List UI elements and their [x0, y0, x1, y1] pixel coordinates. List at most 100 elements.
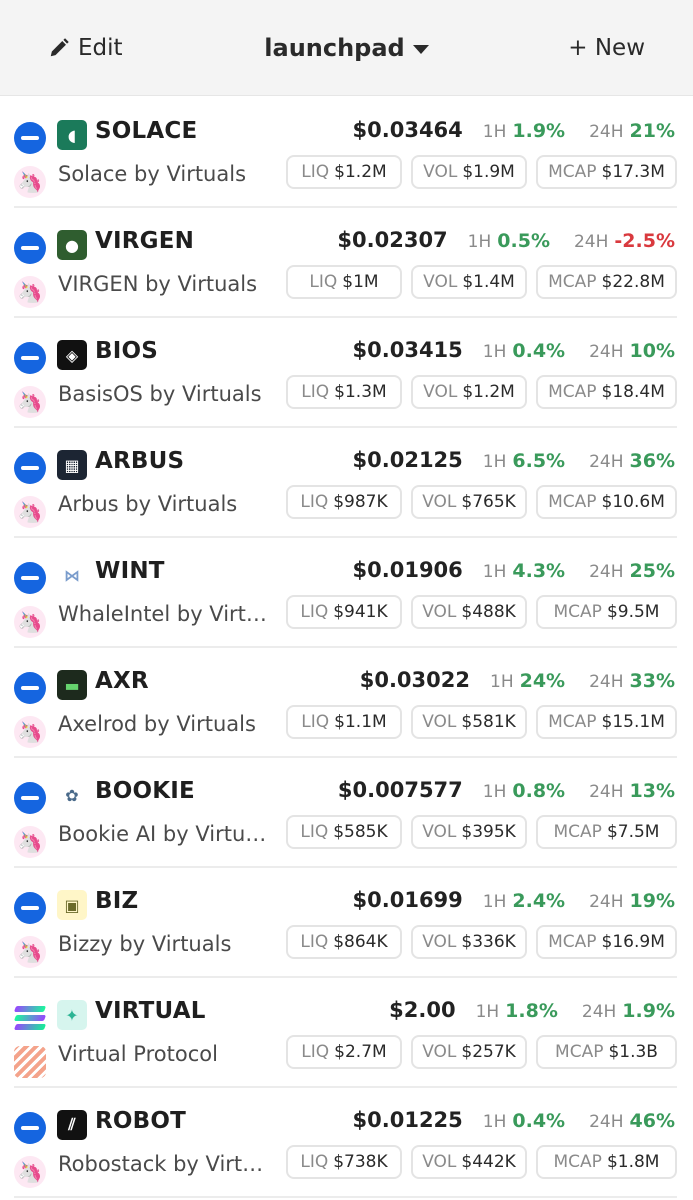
- new-button[interactable]: + New: [568, 30, 645, 66]
- volume-pill: VOL $488K: [411, 595, 527, 629]
- h1-change: 6.5%: [512, 450, 566, 472]
- h1-label: 1H: [482, 122, 507, 142]
- token-symbol: SOLACE: [95, 118, 198, 144]
- price-change-line: $0.02125 1H 6.5% 24H 36%: [353, 448, 675, 472]
- h1-change: 24%: [519, 670, 566, 692]
- market-cap-pill: MCAP $10.6M: [536, 485, 677, 519]
- token-row[interactable]: 🦄 ◈ BIOS BasisOS by Virtuals $0.03415 1H…: [0, 318, 693, 428]
- token-symbol: BIOS: [95, 338, 159, 364]
- volume-pill: VOL $257K: [411, 1035, 527, 1069]
- mcap-value: $16.9M: [601, 932, 665, 952]
- remove-token-button[interactable]: [14, 892, 46, 924]
- metric-pills: LIQ $1.2M VOL $1.9M MCAP $17.3M: [286, 155, 677, 189]
- token-name: WhaleIntel by Virtuals: [58, 602, 268, 626]
- token-row[interactable]: 🦄 ▬ AXR Axelrod by Virtuals $0.03022 1H …: [0, 648, 693, 758]
- remove-token-button[interactable]: [14, 672, 46, 704]
- h24-change: 19%: [629, 890, 675, 912]
- token-row[interactable]: 🦄 ⫽ ROBOT Robostack by Virtuals $0.01225…: [0, 1088, 693, 1198]
- liq-value: $864K: [333, 932, 388, 952]
- liq-label: LIQ: [300, 822, 329, 842]
- token-row[interactable]: ✦ VIRTUAL Virtual Protocol $2.00 1H 1.8%…: [0, 978, 693, 1088]
- price-change-line: $0.007577 1H 0.8% 24H 13%: [338, 778, 675, 802]
- liq-label: LIQ: [300, 492, 329, 512]
- uniswap-unicorn-icon: 🦄: [14, 826, 46, 858]
- vol-value: $488K: [461, 602, 516, 622]
- h1-label: 1H: [482, 1112, 507, 1132]
- market-cap-pill: MCAP $18.4M: [536, 375, 677, 409]
- h24-label: 24H: [573, 232, 609, 252]
- token-price: $0.01699: [352, 888, 463, 912]
- token-price: $0.01225: [352, 1108, 463, 1132]
- market-cap-pill: MCAP $17.3M: [536, 155, 677, 189]
- token-row[interactable]: 🦄 ▣ BIZ Bizzy by Virtuals $0.01699 1H 2.…: [0, 868, 693, 978]
- h1-label: 1H: [475, 1002, 500, 1022]
- uniswap-unicorn-icon: 🦄: [14, 606, 46, 638]
- market-cap-pill: MCAP $9.5M: [536, 595, 677, 629]
- liq-value: $987K: [333, 492, 388, 512]
- wint-logo-icon: ⋈: [57, 560, 87, 590]
- chevron-down-icon: [412, 45, 429, 54]
- mcap-value: $9.5M: [606, 602, 660, 622]
- token-row[interactable]: 🦄 ● VIRGEN VIRGEN by Virtuals $0.02307 1…: [0, 208, 693, 318]
- remove-token-button[interactable]: [14, 562, 46, 594]
- token-symbol: ROBOT: [95, 1108, 187, 1134]
- liq-value: $738K: [333, 1152, 388, 1172]
- top-bar: Edit launchpad + New: [0, 0, 693, 96]
- remove-token-button[interactable]: [14, 452, 46, 484]
- price-change-line: $0.01906 1H 4.3% 24H 25%: [353, 558, 675, 582]
- mcap-value: $1.8M: [606, 1152, 660, 1172]
- remove-token-button[interactable]: [14, 1112, 46, 1144]
- vol-label: VOL: [422, 712, 457, 732]
- h24-change: 33%: [629, 670, 675, 692]
- token-symbol: ARBUS: [95, 448, 185, 474]
- remove-token-button[interactable]: [14, 342, 46, 374]
- market-cap-pill: MCAP $22.8M: [536, 265, 677, 299]
- vol-label: VOL: [422, 822, 457, 842]
- remove-token-button[interactable]: [14, 782, 46, 814]
- liq-value: $1.2M: [334, 162, 387, 182]
- price-change-line: $0.02307 1H 0.5% 24H -2.5%: [337, 228, 675, 252]
- volume-pill: VOL $1.2M: [411, 375, 527, 409]
- virtual-logo-icon: ✦: [57, 1000, 87, 1030]
- token-price: $0.02125: [352, 448, 463, 472]
- liquidity-pill: LIQ $987K: [286, 485, 402, 519]
- h24-change: 10%: [629, 340, 675, 362]
- h1-label: 1H: [482, 342, 507, 362]
- vol-value: $1.9M: [462, 162, 515, 182]
- h1-change: 0.5%: [497, 230, 550, 252]
- price-change-line: $0.03464 1H 1.9% 24H 21%: [353, 118, 675, 142]
- token-row[interactable]: 🦄 ✿ BOOKIE Bookie AI by Virtuals $0.0075…: [0, 758, 693, 868]
- h24-change: -2.5%: [614, 230, 675, 252]
- liquidity-pill: LIQ $1.2M: [286, 155, 402, 189]
- h24-label: 24H: [589, 672, 624, 692]
- token-price: $0.01906: [352, 558, 463, 582]
- token-row[interactable]: 🦄 ▦ ARBUS Arbus by Virtuals $0.02125 1H …: [0, 428, 693, 538]
- h24-change: 13%: [629, 780, 675, 802]
- liq-value: $2.7M: [334, 1042, 387, 1062]
- metric-pills: LIQ $738K VOL $442K MCAP $1.8M: [286, 1145, 677, 1179]
- metric-pills: LIQ $864K VOL $336K MCAP $16.9M: [286, 925, 677, 959]
- volume-pill: VOL $1.9M: [411, 155, 527, 189]
- mcap-label: MCAP: [555, 1042, 604, 1062]
- mcap-label: MCAP: [553, 602, 602, 622]
- vol-value: $1.2M: [462, 382, 515, 402]
- mcap-label: MCAP: [553, 1152, 602, 1172]
- mcap-label: MCAP: [548, 932, 597, 952]
- price-change-line: $0.03415 1H 0.4% 24H 10%: [353, 338, 675, 362]
- token-row[interactable]: 🦄 ⋈ WINT WhaleIntel by Virtuals $0.01906…: [0, 538, 693, 648]
- token-row[interactable]: 🦄 ◖ SOLACE Solace by Virtuals $0.03464 1…: [0, 98, 693, 208]
- mcap-value: $22.8M: [601, 272, 665, 292]
- mcap-label: MCAP: [548, 382, 597, 402]
- metric-pills: LIQ $1.1M VOL $581K MCAP $15.1M: [286, 705, 677, 739]
- solace-logo-icon: ◖: [57, 120, 87, 150]
- robot-logo-icon: ⫽: [57, 1110, 87, 1140]
- bios-logo-icon: ◈: [57, 340, 87, 370]
- h1-change: 4.3%: [512, 560, 566, 582]
- mcap-label: MCAP: [548, 162, 597, 182]
- remove-token-button[interactable]: [14, 232, 46, 264]
- remove-token-button[interactable]: [14, 122, 46, 154]
- liq-value: $941K: [333, 602, 388, 622]
- token-price: $0.03022: [359, 668, 470, 692]
- token-name: Bizzy by Virtuals: [58, 932, 232, 956]
- token-symbol: VIRTUAL: [95, 998, 206, 1024]
